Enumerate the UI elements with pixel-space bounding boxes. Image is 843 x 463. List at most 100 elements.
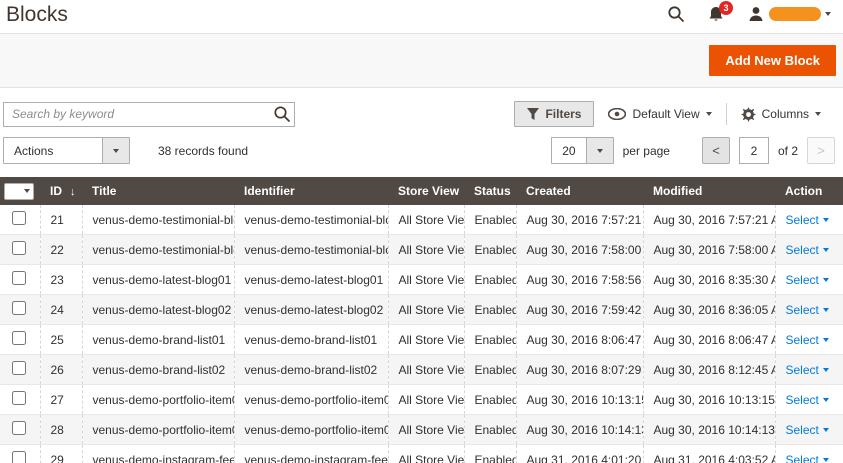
column-header-identifier[interactable]: Identifier [234, 177, 388, 205]
page-title: Blocks [6, 3, 68, 26]
column-header-title[interactable]: Title [82, 177, 234, 205]
row-checkbox[interactable] [12, 421, 26, 435]
table-row: 28 venus-demo-portfolio-item02 venus-demo-… [0, 414, 843, 445]
row-checkbox[interactable] [12, 331, 26, 345]
table-row: 24 venus-demo-latest-blog02 venus-demo-lat… [0, 294, 843, 325]
cell-id: 29 [39, 444, 82, 463]
select-action-link[interactable]: Select [786, 393, 829, 407]
filters-label: Filters [545, 107, 582, 121]
cell-modified: Aug 30, 2016 8:06:47 AM [642, 324, 775, 355]
chevron-down-icon [822, 398, 829, 403]
row-checkbox[interactable] [12, 361, 26, 375]
page-header: Blocks 3 [0, 0, 843, 33]
user-menu[interactable] [747, 5, 831, 23]
select-action-link[interactable]: Select [786, 333, 829, 347]
column-header-store-view[interactable]: Store View [388, 177, 464, 205]
row-checkbox-cell [0, 384, 40, 415]
column-header-modified[interactable]: Modified [643, 177, 775, 205]
row-checkbox[interactable] [12, 301, 26, 315]
cell-status: Enabled [463, 384, 516, 415]
actions-label: Actions [14, 144, 54, 158]
cell-created: Aug 30, 2016 10:14:13 AM [515, 414, 643, 445]
select-action-link[interactable]: Select [786, 423, 829, 437]
select-label: Select [785, 332, 819, 347]
row-checkbox-cell [0, 354, 40, 385]
row-checkbox[interactable] [12, 451, 26, 463]
cell-title: venus-demo-brand-list01 [81, 324, 234, 355]
chevron-down-icon [815, 112, 821, 116]
action-band: Add New Block [0, 33, 843, 88]
select-action-link[interactable]: Select [786, 453, 829, 463]
cell-action: Select [774, 294, 843, 325]
column-header-id[interactable]: ID ↓ [40, 177, 82, 205]
select-label: Select [785, 212, 819, 227]
row-checkbox-cell [0, 324, 40, 355]
cell-modified: Aug 30, 2016 10:13:15 AM [642, 384, 775, 415]
column-header-status[interactable]: Status [464, 177, 516, 205]
select-action-link[interactable]: Select [786, 303, 829, 317]
chevron-down-icon [822, 248, 829, 253]
per-page-dropdown[interactable]: 20 [551, 137, 614, 164]
current-page-input[interactable] [738, 137, 769, 164]
filters-button[interactable]: Filters [514, 101, 595, 127]
previous-page-button[interactable]: < [701, 137, 730, 164]
select-all-dropdown[interactable] [0, 177, 40, 205]
search-submit-icon[interactable] [273, 105, 291, 123]
cell-modified: Aug 30, 2016 8:35:30 AM [642, 264, 775, 295]
select-label: Select [785, 422, 819, 437]
cell-id: 28 [39, 414, 82, 445]
column-header-created[interactable]: Created [516, 177, 643, 205]
chevron-down-icon [705, 112, 712, 116]
actions-dropdown[interactable]: Actions [3, 137, 130, 164]
select-action-link[interactable]: Select [786, 243, 829, 257]
add-new-block-button[interactable]: Add New Block [709, 45, 836, 76]
cell-modified: Aug 30, 2016 8:12:45 AM [642, 354, 775, 385]
per-page-value: 20 [562, 144, 576, 158]
row-checkbox[interactable] [12, 241, 26, 255]
page-total-label: of 2 [777, 143, 798, 158]
row-checkbox[interactable] [12, 211, 26, 225]
cell-id: 24 [39, 294, 82, 325]
row-checkbox-cell [0, 205, 40, 235]
chevron-down-icon [822, 338, 829, 343]
grid-toolbar: Filters Default View Columns [0, 88, 843, 127]
cell-id: 22 [39, 234, 82, 265]
cell-modified: Aug 30, 2016 7:57:21 AM [642, 205, 775, 235]
row-checkbox[interactable] [12, 271, 26, 285]
row-checkbox[interactable] [12, 391, 26, 405]
table-row: 27 venus-demo-portfolio-item01 venus-demo-… [0, 384, 843, 415]
cell-action: Select [774, 234, 843, 265]
per-page-label: per page [622, 143, 670, 158]
cell-modified: Aug 31, 2016 4:03:52 AM [642, 444, 775, 463]
cell-status: Enabled [463, 414, 516, 445]
chevron-down-icon [822, 428, 829, 433]
cell-action: Select [774, 414, 843, 445]
records-found-text: 38 records found [158, 143, 249, 158]
sort-descending-icon: ↓ [70, 186, 76, 198]
global-search-icon[interactable] [667, 5, 685, 23]
header-icons: 3 [667, 1, 831, 23]
cell-status: Enabled [463, 234, 516, 265]
table-row: 25 venus-demo-brand-list01 venus-demo-bran… [0, 324, 843, 355]
select-action-link[interactable]: Select [786, 213, 829, 227]
columns-dropdown[interactable]: Columns [727, 106, 835, 122]
column-header-action: Action [775, 177, 843, 205]
chevron-down-icon [822, 368, 829, 373]
cell-created: Aug 30, 2016 7:58:56 AM [515, 264, 643, 295]
select-action-link[interactable]: Select [786, 273, 829, 287]
username-redacted-pill [769, 7, 821, 21]
cell-identifier: venus-demo-brand-list02 [233, 354, 388, 385]
cell-created: Aug 30, 2016 7:58:00 AM [515, 234, 643, 265]
grid-header-row: ID ↓ Title Identifier Store View Status C… [0, 177, 843, 205]
default-view-dropdown[interactable]: Default View [594, 107, 725, 121]
select-action-link[interactable]: Select [786, 363, 829, 377]
cell-action: Select [774, 354, 843, 385]
search-input[interactable] [3, 101, 295, 127]
cell-title: venus-demo-latest-blog01 [81, 264, 234, 295]
cell-created: Aug 30, 2016 7:59:42 AM [515, 294, 643, 325]
cell-store-view: All Store Views [387, 205, 464, 235]
table-row: 22venus-demo-testimonial-block02venus-de… [0, 234, 843, 265]
notifications-bell-icon[interactable]: 3 [707, 1, 733, 23]
cell-action: Select [774, 324, 843, 355]
notification-count-badge: 3 [719, 1, 733, 15]
